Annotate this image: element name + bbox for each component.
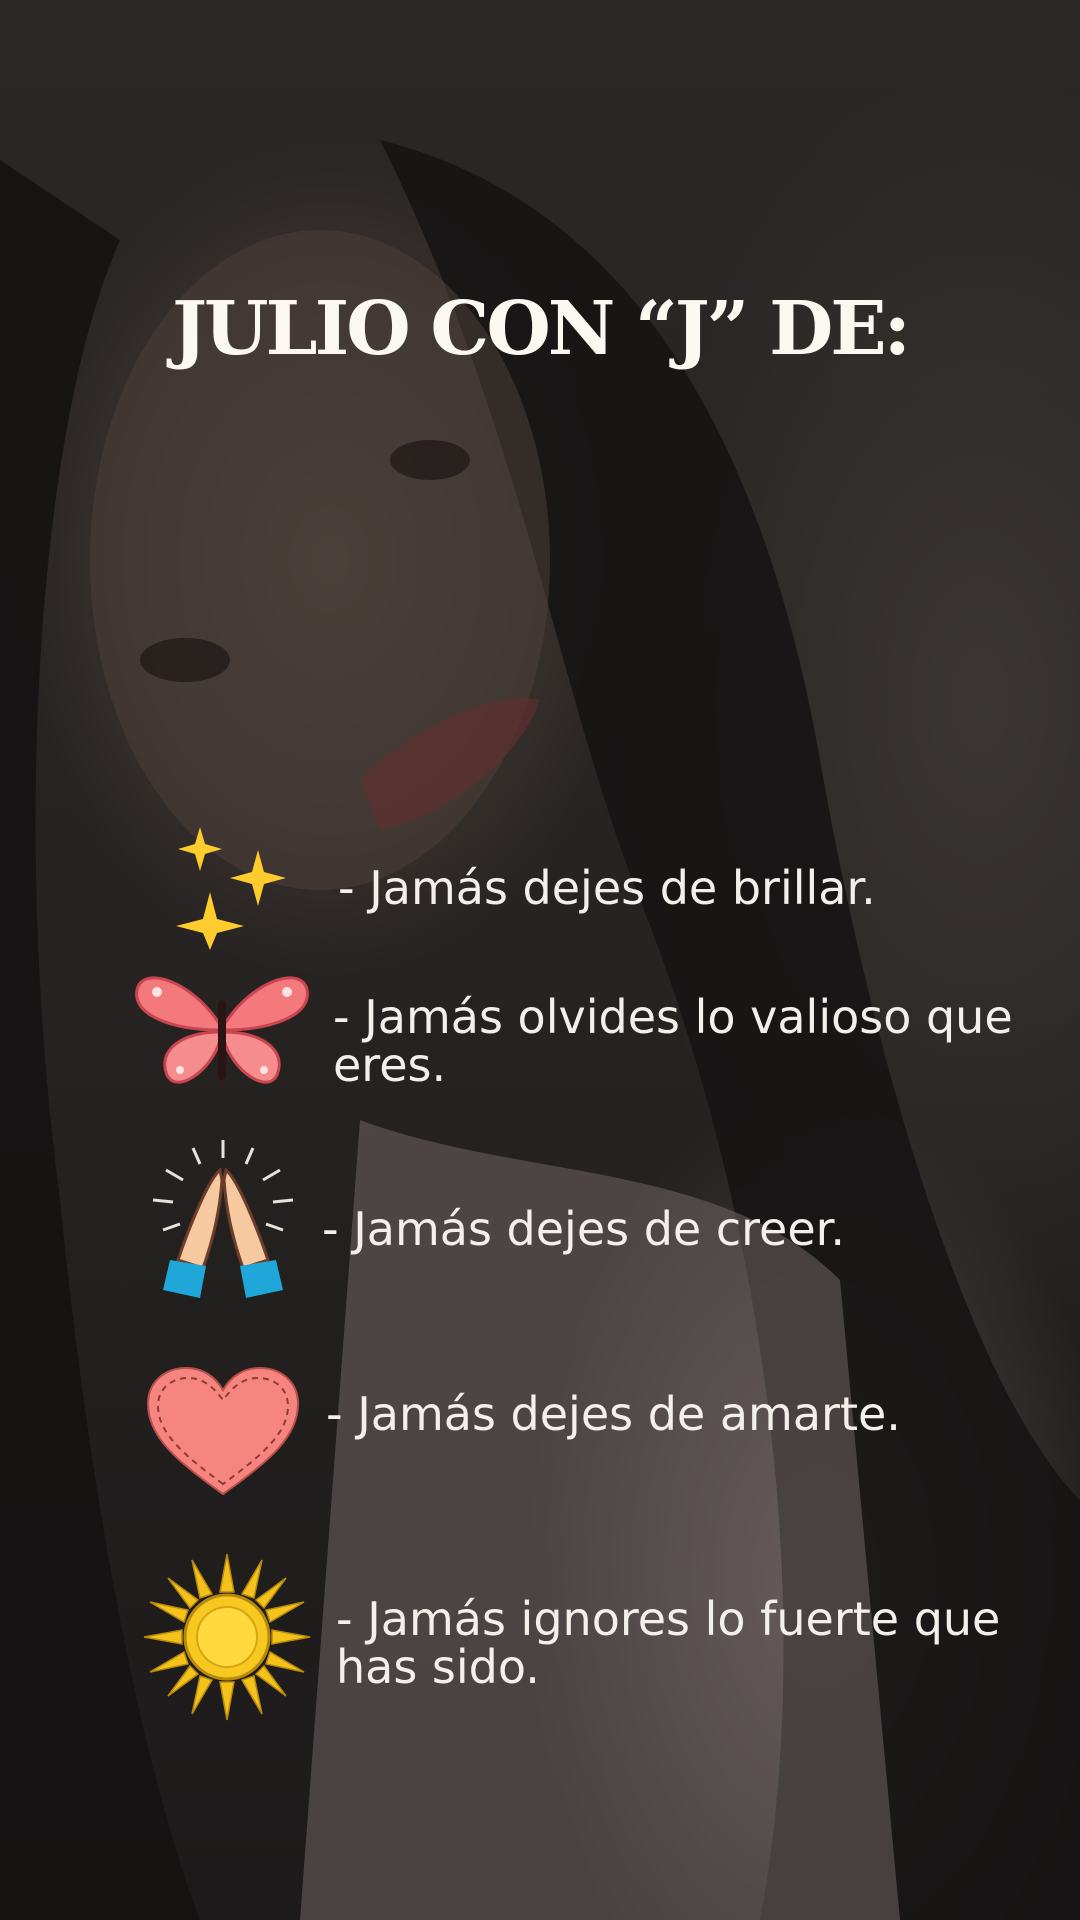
- praying-hands-icon: [152, 1140, 294, 1298]
- story-background: JULIO CON “J” DE: - Jamás dejes de brill…: [0, 0, 1080, 1920]
- list-item-5: - Jamás ignores lo fuerte que has sido.: [336, 1592, 1001, 1694]
- list-item-4: - Jamás dejes de amarte.: [326, 1387, 901, 1441]
- list-item-2: - Jamás olvides lo valioso que eres.: [333, 990, 1013, 1092]
- sun-icon: [143, 1553, 311, 1721]
- list-item-1: - Jamás dejes de brillar.: [338, 861, 876, 915]
- page-title: JULIO CON “J” DE:: [172, 286, 911, 372]
- heart-icon: [146, 1366, 300, 1496]
- butterfly-icon: [135, 976, 309, 1084]
- sparkles-icon: [176, 827, 286, 950]
- list-item-3: - Jamás dejes de creer.: [322, 1202, 845, 1256]
